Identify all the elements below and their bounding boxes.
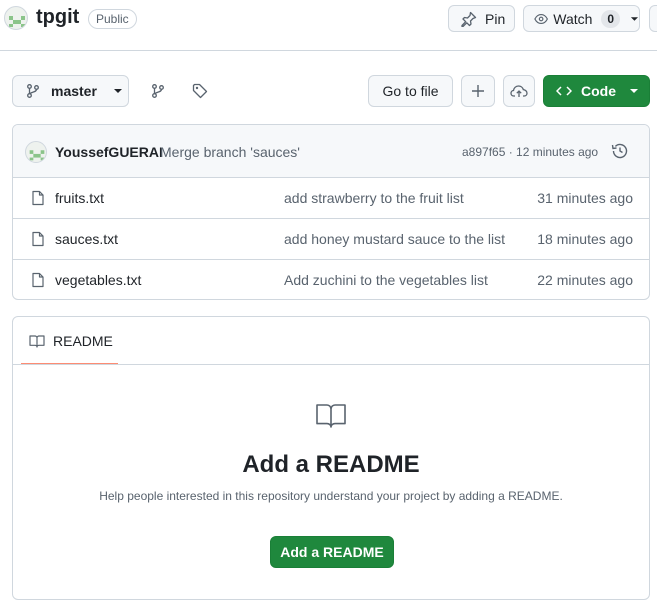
commit-message[interactable]: Merge branch 'sauces' [160,144,300,160]
add-readme-label: Add a README [280,544,384,560]
plus-icon [472,85,484,97]
file-commit-time: 18 minutes ago [537,231,633,247]
history-icon[interactable] [611,142,629,160]
readme-divider [13,364,649,365]
cloud-icon [510,85,528,97]
branch-name: master [51,83,97,99]
file-list: YoussefGUERAI Merge branch 'sauces' a897… [12,124,650,300]
pin-icon [461,11,477,27]
file-commit-time: 31 minutes ago [537,190,633,206]
file-commit-message[interactable]: Add zuchini to the vegetables list [284,272,488,288]
repo-header: tpgit Public Pin Watch 0 [0,0,657,51]
watch-count: 0 [601,9,621,28]
file-icon [32,231,44,247]
file-row: sauces.txt add honey mustard sauce to th… [13,219,649,260]
file-name[interactable]: vegetables.txt [55,272,141,288]
file-commit-message[interactable]: add strawberry to the fruit list [284,190,464,206]
file-icon [32,190,44,206]
caret-down-icon [630,16,639,21]
fork-button[interactable] [649,5,657,32]
readme-panel: README Add a README Help people interest… [12,316,650,600]
visibility-badge: Public [88,9,137,29]
caret-down-icon [630,89,638,93]
eye-icon [534,13,549,24]
owner-avatar[interactable] [4,6,28,30]
file-commit-time: 22 minutes ago [537,272,633,288]
pin-label: Pin [485,10,506,27]
identicon-avatar [9,16,25,27]
identicon-avatar [29,150,45,161]
tab-readme[interactable]: README [21,317,118,365]
commit-author-avatar[interactable] [25,141,47,163]
file-row: fruits.txt add strawberry to the fruit l… [13,178,649,219]
readme-empty-title: Add a README [242,451,420,478]
branch-selector[interactable]: master [12,75,129,107]
repo-name[interactable]: tpgit [36,6,79,29]
readme-tab-label: README [53,333,113,349]
file-name[interactable]: fruits.txt [55,190,104,206]
code-label: Code [581,83,616,99]
go-to-file-button[interactable]: Go to file [368,75,453,107]
commit-meta[interactable]: a897f65 · 12 minutes ago [462,145,598,159]
readme-empty-description: Help people interested in this repositor… [99,489,563,503]
commit-author[interactable]: YoussefGUERAI [55,144,163,160]
code-icon [556,86,572,96]
branches-icon[interactable] [150,83,166,99]
caret-down-icon [113,89,122,93]
book-icon [29,335,45,348]
add-file-button[interactable] [461,75,495,107]
file-name[interactable]: sauces.txt [55,231,118,247]
add-readme-button[interactable]: Add a README [270,536,394,568]
file-commit-message[interactable]: add honey mustard sauce to the list [284,231,505,247]
book-icon [316,404,346,428]
go-to-file-label: Go to file [382,83,439,99]
code-button[interactable]: Code [543,75,650,107]
watch-button[interactable]: Watch 0 [523,5,640,32]
pin-button[interactable]: Pin [448,5,515,32]
watch-label: Watch [553,10,593,27]
tag-icon[interactable] [192,83,208,99]
file-row: vegetables.txt Add zuchini to the vegeta… [13,260,649,299]
codespace-button[interactable] [503,75,535,107]
latest-commit-row: YoussefGUERAI Merge branch 'sauces' a897… [13,125,649,178]
file-icon [32,272,44,288]
branch-icon [27,84,39,98]
